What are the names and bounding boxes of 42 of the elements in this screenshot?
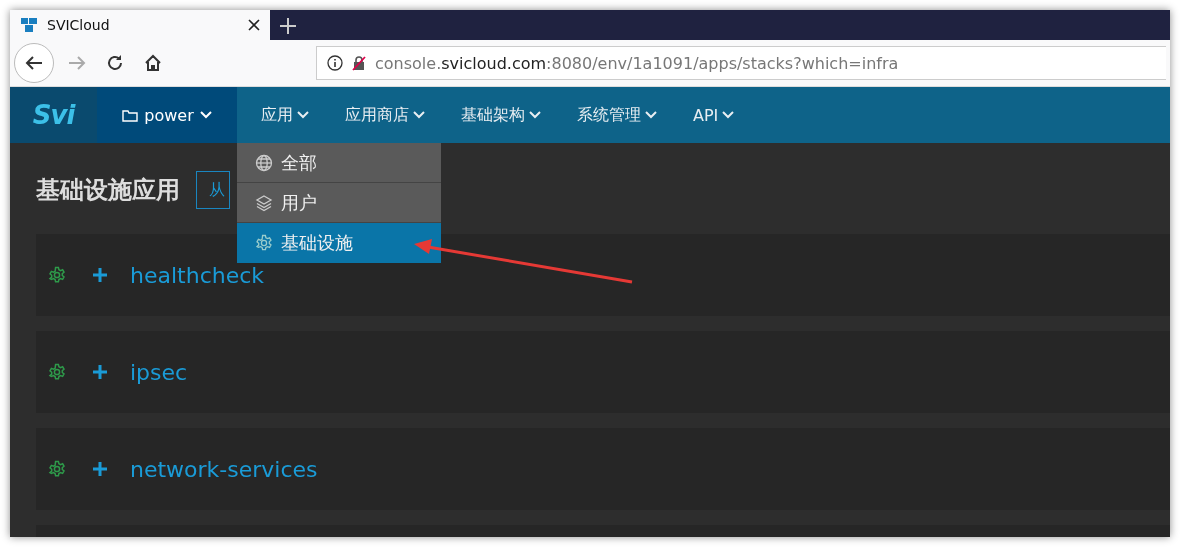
gear-icon[interactable] [48,460,66,478]
chevron-down-icon [529,111,541,119]
back-button[interactable] [14,43,54,83]
chevron-down-icon [413,111,425,119]
insecure-lock-icon [351,55,367,71]
dropdown-item[interactable]: 基础设施 [237,223,441,263]
expand-plus-icon[interactable] [92,267,108,283]
info-icon [327,55,343,71]
gear-icon[interactable] [48,363,66,381]
nav-menu-item[interactable]: 应用商店 [327,87,443,143]
nav-menu-item[interactable]: API [675,87,753,143]
stack-name[interactable]: ipsec [130,359,188,385]
nav-menu-item[interactable]: 基础架构 [443,87,559,143]
gear-icon[interactable] [48,266,66,284]
stack-name[interactable]: healthcheck [130,262,265,288]
url-text: console.svicloud.com:8080/env/1a1091/apps/stacks?which=infra [375,53,899,73]
expand-plus-icon[interactable] [92,364,108,380]
reload-button[interactable] [106,54,124,72]
layers-icon [255,193,273,212]
globe-icon [255,153,273,172]
page-title: 基础设施应用 [36,175,180,206]
new-tab-icon[interactable] [280,18,296,34]
folder-icon [122,108,139,122]
nav-menu-item[interactable]: 系统管理 [559,87,675,143]
chevron-down-icon [199,111,212,119]
browser-tab[interactable]: SVICloud [10,10,270,40]
home-button[interactable] [144,54,162,72]
nav-menu-item[interactable]: 应用 [237,87,327,143]
stack-name[interactable]: network-services [130,456,318,482]
settings-icon [255,234,273,252]
arrow-left-icon [25,55,43,71]
chevron-down-icon [297,111,309,119]
chevron-down-icon [645,111,657,119]
logo[interactable]: Svi [10,87,97,143]
add-from-catalog-button[interactable]: 从 [196,171,230,209]
expand-plus-icon[interactable] [92,461,108,477]
address-bar[interactable]: console.svicloud.com:8080/env/1a1091/apps/stacks?which=infra [316,46,1166,80]
environment-selector[interactable]: power [97,87,237,143]
chevron-down-icon [722,111,735,119]
tab-title: SVICloud [47,17,111,33]
cube-logo-icon [20,16,38,34]
close-icon[interactable] [248,19,260,31]
